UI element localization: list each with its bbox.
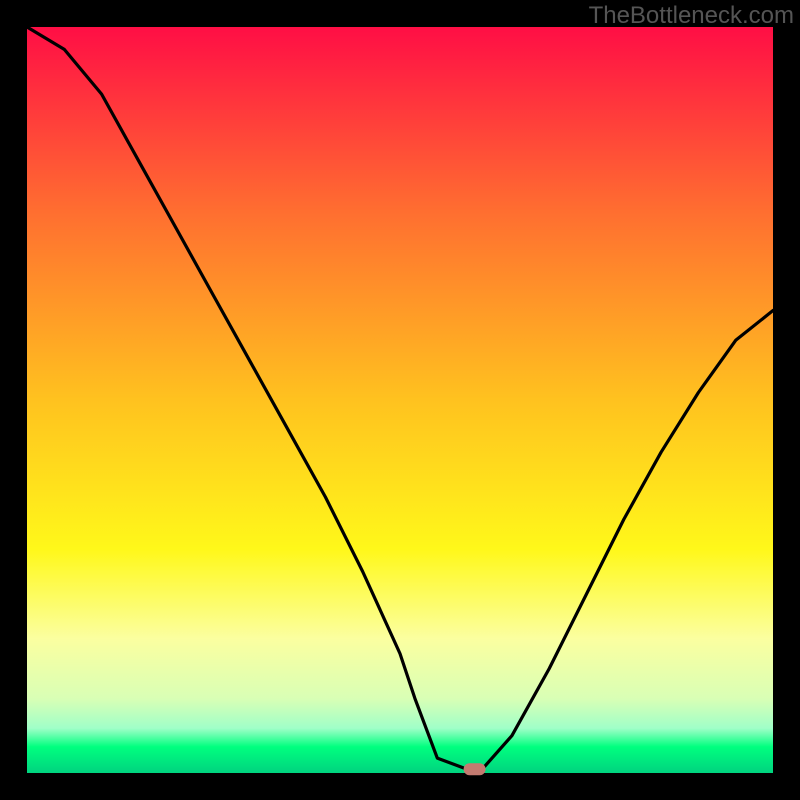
plot-background (27, 27, 773, 773)
watermark-text: TheBottleneck.com (589, 2, 794, 30)
chart-svg (0, 0, 800, 800)
bottleneck-marker (464, 763, 486, 775)
chart-container: TheBottleneck.com (0, 0, 800, 800)
